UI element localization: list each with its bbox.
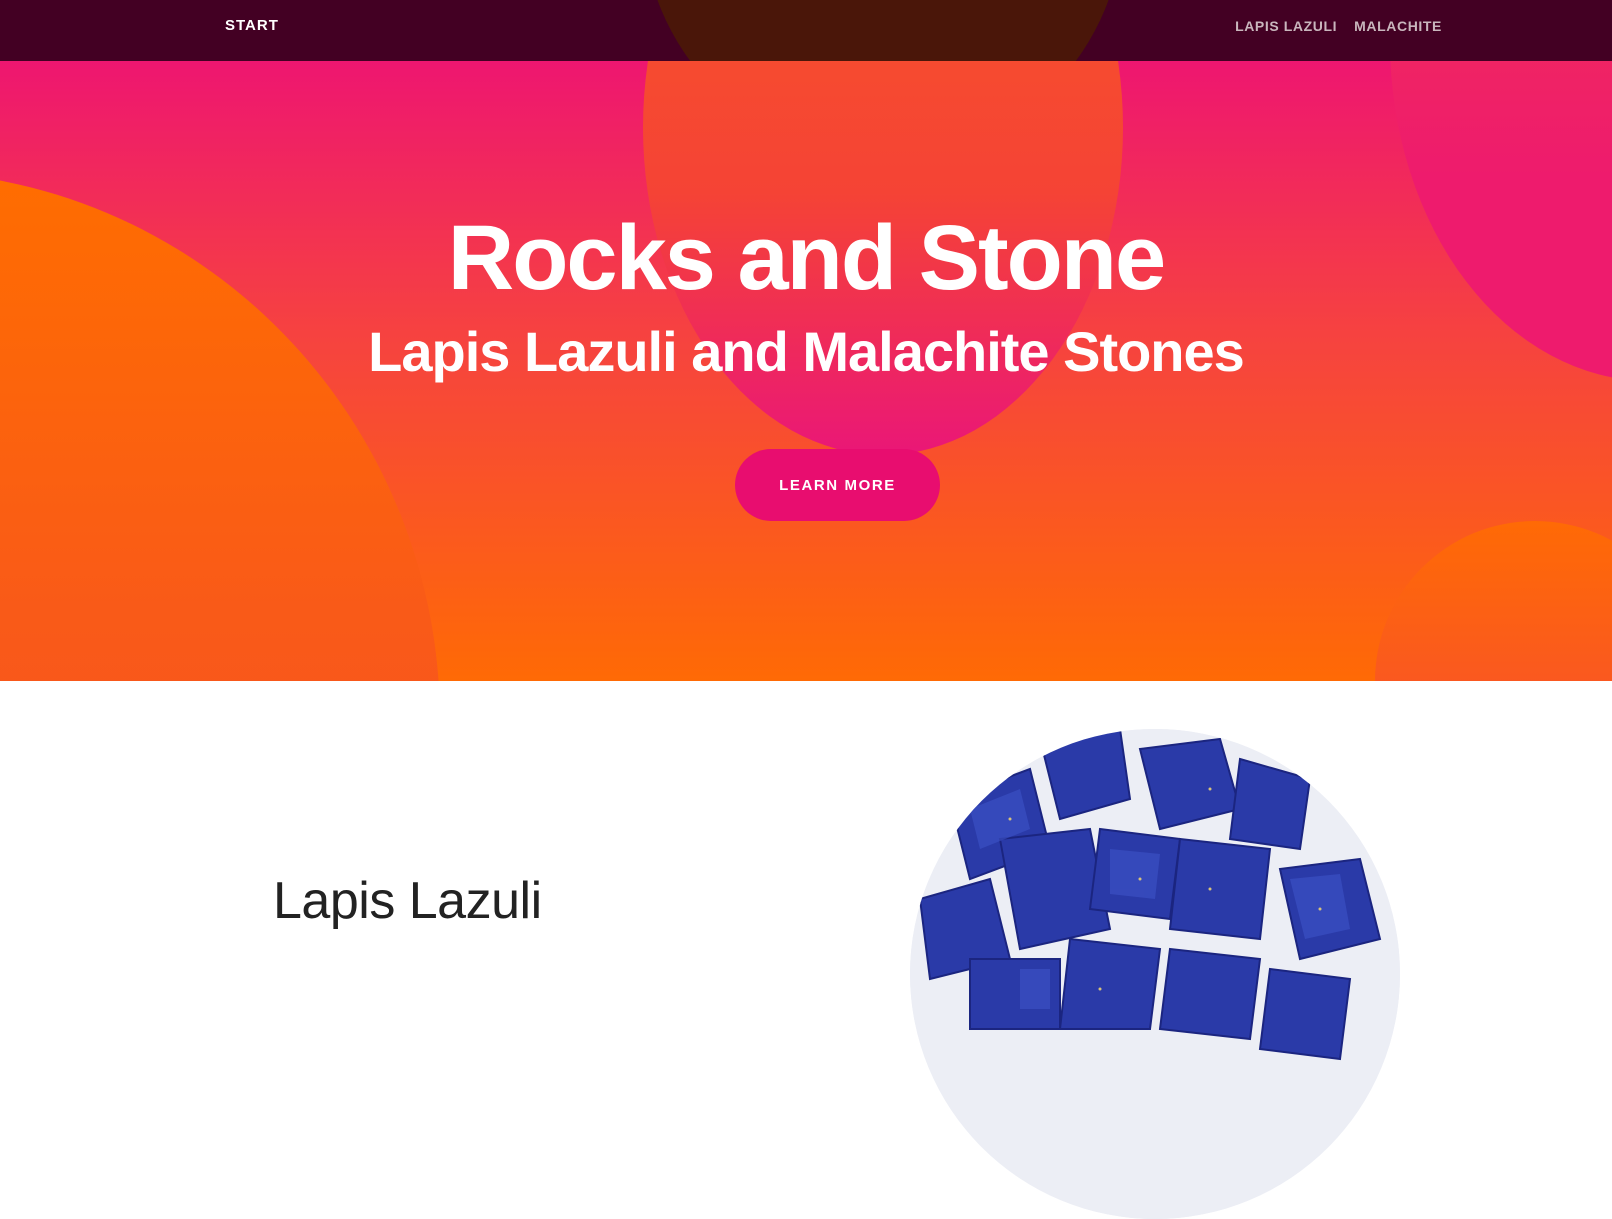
nav-links: LAPIS LAZULI MALACHITE [1235,18,1442,34]
navbar-decor-circle [643,0,1123,61]
hero-title: Rocks and Stone [447,207,1166,309]
top-navbar: START LAPIS LAZULI MALACHITE [0,0,1612,61]
hero-decor-circle-bottom-right [1375,521,1612,681]
lapis-lazuli-section: Lapis Lazuli [0,681,1612,1219]
brand-start-link[interactable]: START [225,17,279,34]
section-title: Lapis Lazuli [273,872,542,930]
lapis-lazuli-image [910,729,1400,1219]
hero-section: Rocks and Stone Lapis Lazuli and Malachi… [0,61,1612,681]
learn-more-button[interactable]: LEARN MORE [735,449,940,521]
nav-link-malachite[interactable]: MALACHITE [1354,18,1442,34]
nav-link-lapis-lazuli[interactable]: LAPIS LAZULI [1235,18,1337,34]
hero-subtitle: Lapis Lazuli and Malachite Stones [368,320,1245,383]
lapis-stones-illustration [910,729,1400,1219]
